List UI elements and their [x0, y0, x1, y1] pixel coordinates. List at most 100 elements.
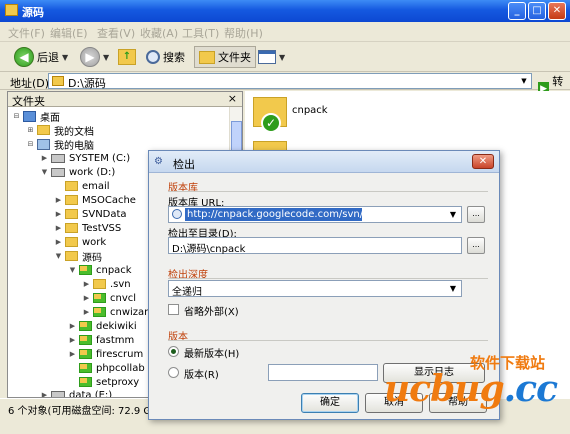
forward-button[interactable]: ▶ ▼ [80, 46, 109, 68]
menu-view[interactable]: 查看(V) [97, 25, 135, 41]
depth-select[interactable]: 全递归 ▼ [168, 280, 462, 298]
views-button[interactable]: ▼ [258, 46, 285, 68]
menu-file[interactable]: 文件(F) [8, 25, 45, 41]
folders-label: 文件夹 [218, 51, 251, 64]
svn-folder-icon [79, 265, 92, 275]
revision-input[interactable] [268, 364, 378, 381]
tree-item[interactable]: ⊟ 我的电脑 [26, 137, 94, 152]
tree-item[interactable]: ▶ .svn [82, 277, 131, 291]
head-revision-radio[interactable] [168, 346, 179, 357]
chevron-down-icon[interactable]: ▼ [447, 282, 459, 295]
maximize-button[interactable]: □ [528, 2, 546, 20]
chevron-down-icon: ▼ [279, 52, 286, 62]
tree-item[interactable]: ▶ work [54, 235, 106, 249]
watermark: 软件下载站 ucbug.cc [384, 348, 570, 420]
folder-icon [65, 251, 78, 261]
dialog-title: 检出 [173, 158, 195, 171]
checkout-dir-value: D:\源码\cnpack [172, 244, 246, 255]
tree-item[interactable]: ▶ SYSTEM (C:) [40, 151, 130, 165]
menu-tools[interactable]: 工具(T) [182, 25, 219, 41]
browse-dir-button[interactable]: ... [467, 237, 485, 254]
tree-item[interactable]: ▶ SVNData [54, 207, 127, 221]
forward-arrow-icon: ▶ [80, 47, 100, 67]
tree-item[interactable]: ▼ work (D:) [40, 165, 115, 179]
address-bar: 地址(D) D:\源码 ▼ ▶ 转到 [0, 72, 570, 104]
address-input[interactable]: D:\源码 ▼ [48, 73, 532, 90]
back-label: 后退 [37, 51, 59, 64]
tree-item[interactable]: ▶ fastmm [68, 333, 134, 347]
close-icon[interactable]: × [228, 92, 237, 105]
folder-icon [65, 209, 78, 219]
menu-favorites[interactable]: 收藏(A) [140, 25, 178, 41]
svn-folder-icon [79, 363, 92, 373]
folders-button[interactable]: 文件夹 [194, 46, 256, 68]
folders-pane-title: 文件夹 [12, 95, 45, 108]
folder-icon [52, 76, 64, 86]
tree-item[interactable]: setproxy [68, 375, 139, 389]
back-button[interactable]: ◀ 后退 ▼ [14, 46, 68, 68]
omit-externals-checkbox[interactable] [168, 304, 179, 315]
folder-icon [65, 181, 78, 191]
menu-help[interactable]: 帮助(H) [224, 25, 263, 41]
search-button[interactable]: 搜索 [146, 46, 185, 68]
revision-radio[interactable] [168, 367, 179, 378]
chevron-down-icon: ▼ [103, 52, 110, 62]
views-icon [258, 50, 276, 64]
svn-folder-icon [93, 307, 106, 317]
tree-item[interactable]: ▶ firescrum [68, 347, 143, 361]
repo-url-combobox[interactable]: http://cnpack.googlecode.com/svn/trunk ▼ [168, 206, 462, 223]
tree-item[interactable]: ▶ MSOCache [54, 193, 136, 207]
watermark-logo: ucbug.cc [384, 368, 558, 410]
head-revision-label: 最新版本(H) [184, 349, 240, 360]
tree-item[interactable]: ⊞ 我的文档 [26, 123, 94, 138]
desktop-icon [23, 110, 36, 122]
tree-item[interactable]: ▶ cnvcl [82, 291, 136, 305]
tree-item[interactable]: ▼ cnpack [68, 263, 132, 277]
ok-button[interactable]: 确定 [301, 393, 359, 413]
close-button[interactable]: ✕ [548, 2, 566, 20]
drive-icon [51, 390, 65, 397]
tree-item[interactable]: ▶ data (E:) [40, 388, 112, 397]
drive-icon [51, 153, 65, 163]
file-item-label[interactable]: cnpack [292, 105, 328, 116]
folder-icon [65, 237, 78, 247]
tree-item[interactable]: ▼ 源码 [54, 249, 102, 264]
address-label: 地址(D) [10, 77, 50, 90]
search-icon [146, 50, 160, 64]
folder-icon [37, 125, 50, 135]
window-titlebar: 源码 _ □ ✕ [0, 0, 570, 22]
back-arrow-icon: ◀ [14, 47, 34, 67]
folders-pane-header: 文件夹 × [8, 92, 242, 108]
revision-label: 版本(R) [184, 370, 219, 381]
tree-item[interactable]: ▶ TestVSS [54, 221, 121, 235]
tree-item[interactable]: phpcollab [68, 361, 145, 375]
tree-item[interactable]: ▶ dekiwiki [68, 319, 137, 333]
depth-value: 全递归 [172, 287, 202, 298]
menu-bar: 文件(F) 编辑(E) 查看(V) 收藏(A) 工具(T) 帮助(H) [0, 22, 570, 42]
folder-icon [65, 223, 78, 233]
globe-icon [172, 209, 182, 219]
folder-icon [65, 195, 78, 205]
svn-folder-icon [79, 349, 92, 359]
tree-item[interactable]: ⊟ 桌面 [12, 109, 60, 124]
address-value: D:\源码 [68, 77, 106, 90]
browse-repo-button[interactable]: ... [467, 206, 485, 223]
search-label: 搜索 [163, 51, 185, 64]
omit-externals-label: 省略外部(X) [184, 307, 239, 318]
up-button[interactable]: ↑ [118, 46, 136, 68]
dialog-close-button[interactable]: ✕ [472, 154, 494, 169]
folder-up-icon: ↑ [118, 49, 136, 65]
chevron-down-icon[interactable]: ▼ [447, 208, 459, 221]
divider [168, 340, 488, 341]
window-title: 源码 [22, 6, 44, 19]
tree-item[interactable]: email [54, 179, 110, 193]
repo-url-value: http://cnpack.googlecode.com/svn/trunk [185, 208, 390, 221]
status-text: 6 个对象(可用磁盘空间: 72.9 GB) [8, 406, 162, 417]
minimize-button[interactable]: _ [508, 2, 526, 20]
folder-icon [5, 4, 18, 16]
menu-edit[interactable]: 编辑(E) [50, 25, 88, 41]
checkout-dir-input[interactable]: D:\源码\cnpack [168, 237, 462, 255]
chevron-down-icon[interactable]: ▼ [517, 74, 531, 88]
folders-icon [199, 50, 215, 64]
divider [168, 278, 488, 279]
